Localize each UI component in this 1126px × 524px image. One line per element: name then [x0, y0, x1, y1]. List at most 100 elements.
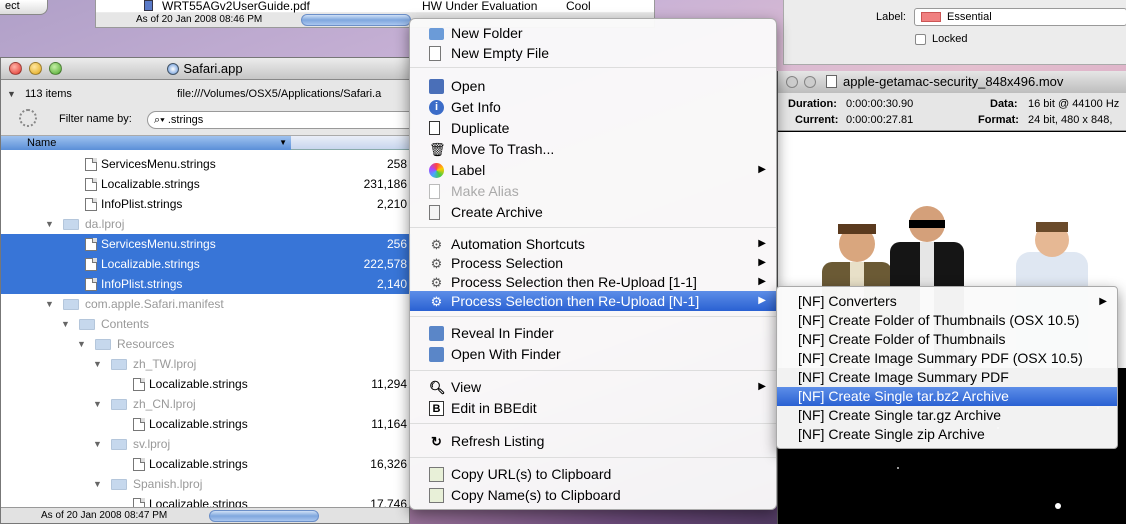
disclosure-triangle-icon[interactable]: ▼	[45, 294, 54, 314]
label-popup[interactable]: Essential	[914, 8, 1126, 26]
close-button[interactable]	[786, 76, 798, 88]
table-row[interactable]: InfoPlist.strings 2,210	[1, 194, 411, 214]
disclosure-triangle-icon[interactable]: ▼	[93, 474, 102, 494]
menu-item-get-info[interactable]: i Get Info	[410, 97, 776, 117]
menu-separator	[410, 423, 776, 424]
menu-label: [NF] Converters	[798, 293, 897, 309]
gear-icon: ⚙	[430, 256, 443, 271]
table-row[interactable]: ▼ Spanish.lproj	[1, 474, 411, 494]
gear-icon: ⚙	[430, 294, 443, 309]
table-row[interactable]: Localizable.strings 222,578	[1, 254, 411, 274]
disclosure-triangle-icon[interactable]: ▼	[61, 314, 70, 334]
table-row[interactable]: ▼ da.lproj	[1, 214, 411, 234]
pdf-file-icon	[144, 0, 153, 11]
menu-separator	[410, 227, 776, 228]
menu-label: [NF] Create Folder of Thumbnails	[798, 331, 1006, 347]
minimize-button[interactable]	[29, 62, 42, 75]
table-row[interactable]: ▼ zh_CN.lproj	[1, 394, 411, 414]
table-row[interactable]: Localizable.strings 11,294	[1, 374, 411, 394]
menu-item-open-with-finder[interactable]: Open With Finder	[410, 344, 776, 364]
menu-item-new-empty-file[interactable]: New Empty File	[410, 43, 776, 63]
duplicate-icon	[429, 121, 440, 135]
disclosure-triangle-icon[interactable]: ▼	[93, 394, 102, 414]
window-titlebar[interactable]: apple-getamac-security_848x496.mov	[778, 71, 1126, 93]
disclosure-triangle-icon[interactable]: ▼	[45, 214, 54, 234]
file-name: WRT55AGv2UserGuide.pdf	[162, 0, 310, 13]
table-row[interactable]: ▼ sv.lproj	[1, 434, 411, 454]
table-row[interactable]: InfoPlist.strings 2,140	[1, 274, 411, 294]
menu-item-open[interactable]: Open	[410, 76, 776, 96]
file-row[interactable]: WRT55AGv2UserGuide.pdf HW Under Evaluati…	[96, 0, 654, 12]
menu-label: Reveal In Finder	[451, 325, 554, 341]
filter-label: Filter name by:	[59, 113, 132, 125]
table-row[interactable]: ServicesMenu.strings 258	[1, 154, 411, 174]
filter-search-field[interactable]: ⌕▾ .strings	[147, 111, 411, 129]
menu-item-move-to-trash[interactable]: 🗑 Move To Trash...	[410, 139, 776, 159]
name-column-header[interactable]: Name ▼	[1, 136, 291, 150]
submenu-item-thumbnails-105[interactable]: [NF] Create Folder of Thumbnails (OSX 10…	[777, 311, 1117, 330]
locked-checkbox[interactable]	[915, 34, 926, 45]
row-name: com.apple.Safari.manifest	[85, 297, 224, 311]
menu-item-create-archive[interactable]: Create Archive	[410, 202, 776, 222]
current-label: Current:	[795, 114, 839, 126]
menu-item-reveal-in-finder[interactable]: Reveal In Finder	[410, 323, 776, 343]
table-row[interactable]: Localizable.strings 17,746	[1, 494, 411, 508]
menu-item-process-reupload-n-1[interactable]: ⚙ Process Selection then Re-Upload [N-1] ▶	[410, 291, 776, 311]
table-row[interactable]: ServicesMenu.strings 256	[1, 234, 411, 254]
row-name: da.lproj	[85, 217, 125, 231]
submenu-item-summary-pdf-105[interactable]: [NF] Create Image Summary PDF (OSX 10.5)	[777, 349, 1117, 368]
table-row[interactable]: Localizable.strings 11,164	[1, 414, 411, 434]
disclosure-triangle-icon[interactable]: ▼	[93, 354, 102, 374]
submenu-item-tar-bz2[interactable]: [NF] Create Single tar.bz2 Archive	[777, 387, 1117, 406]
table-row[interactable]: ▼ Contents	[1, 314, 411, 334]
partial-button[interactable]: ect	[0, 0, 48, 15]
menu-item-view[interactable]: 🔍︎ View ▶	[410, 377, 776, 397]
horizontal-scrollbar-thumb[interactable]	[209, 510, 319, 522]
movie-info: Duration: 0:00:00:30.90 Current: 0:00:00…	[778, 93, 1126, 131]
menu-label: Label	[451, 162, 486, 178]
menu-item-edit-in-bbedit[interactable]: B Edit in BBEdit	[410, 398, 776, 418]
table-row[interactable]: ▼ zh_TW.lproj	[1, 354, 411, 374]
submenu-item-summary-pdf[interactable]: [NF] Create Image Summary PDF	[777, 368, 1117, 387]
menu-separator	[410, 316, 776, 317]
menu-label: Process Selection then Re-Upload [1-1]	[451, 274, 697, 290]
menu-item-duplicate[interactable]: Duplicate	[410, 118, 776, 138]
column-header-bar: Name ▼	[1, 136, 409, 150]
menu-item-process-reupload-1-1[interactable]: ⚙ Process Selection then Re-Upload [1-1] ▶	[410, 272, 776, 292]
submenu-item-thumbnails[interactable]: [NF] Create Folder of Thumbnails	[777, 330, 1117, 349]
menu-separator	[410, 370, 776, 371]
menu-item-refresh-listing[interactable]: ↻ Refresh Listing	[410, 431, 776, 451]
close-button[interactable]	[9, 62, 22, 75]
menu-label: Copy URL(s) to Clipboard	[451, 466, 612, 482]
minimize-button[interactable]	[804, 76, 816, 88]
table-row[interactable]: Localizable.strings 231,186	[1, 174, 411, 194]
horizontal-scrollbar-thumb[interactable]	[301, 14, 411, 26]
zoom-button[interactable]	[49, 62, 62, 75]
disclosure-triangle-icon[interactable]: ▼	[7, 89, 16, 99]
row-size: 16,326	[370, 457, 407, 471]
menu-item-make-alias: Make Alias	[410, 181, 776, 201]
disclosure-triangle-icon[interactable]: ▼	[77, 334, 86, 354]
menu-separator	[410, 457, 776, 458]
menu-item-automation-shortcuts[interactable]: ⚙ Automation Shortcuts ▶	[410, 234, 776, 254]
menu-item-new-folder[interactable]: New Folder	[410, 23, 776, 43]
table-row[interactable]: Localizable.strings 16,326	[1, 454, 411, 474]
submenu-arrow-icon: ▶	[758, 381, 766, 392]
menu-item-process-selection[interactable]: ⚙ Process Selection ▶	[410, 253, 776, 273]
table-row[interactable]: ▼ com.apple.Safari.manifest	[1, 294, 411, 314]
submenu-item-tar-gz[interactable]: [NF] Create Single tar.gz Archive	[777, 406, 1117, 425]
menu-label: Create Archive	[451, 204, 543, 220]
menu-item-label[interactable]: Label ▶	[410, 160, 776, 180]
document-icon	[85, 238, 97, 251]
window-titlebar[interactable]: Safari.app	[1, 58, 409, 80]
data-value: 16 bit @ 44100 Hz	[1028, 98, 1120, 110]
table-row[interactable]: ▼ Resources	[1, 334, 411, 354]
menu-item-copy-names[interactable]: Copy Name(s) to Clipboard	[410, 485, 776, 505]
menu-item-copy-urls[interactable]: Copy URL(s) to Clipboard	[410, 464, 776, 484]
submenu-item-converters[interactable]: [NF] Converters ▶	[777, 292, 1117, 311]
folder-icon	[63, 299, 79, 310]
disclosure-triangle-icon[interactable]: ▼	[93, 434, 102, 454]
format-label: Format:	[978, 114, 1019, 126]
row-name: zh_TW.lproj	[133, 357, 197, 371]
submenu-item-zip[interactable]: [NF] Create Single zip Archive	[777, 425, 1117, 444]
